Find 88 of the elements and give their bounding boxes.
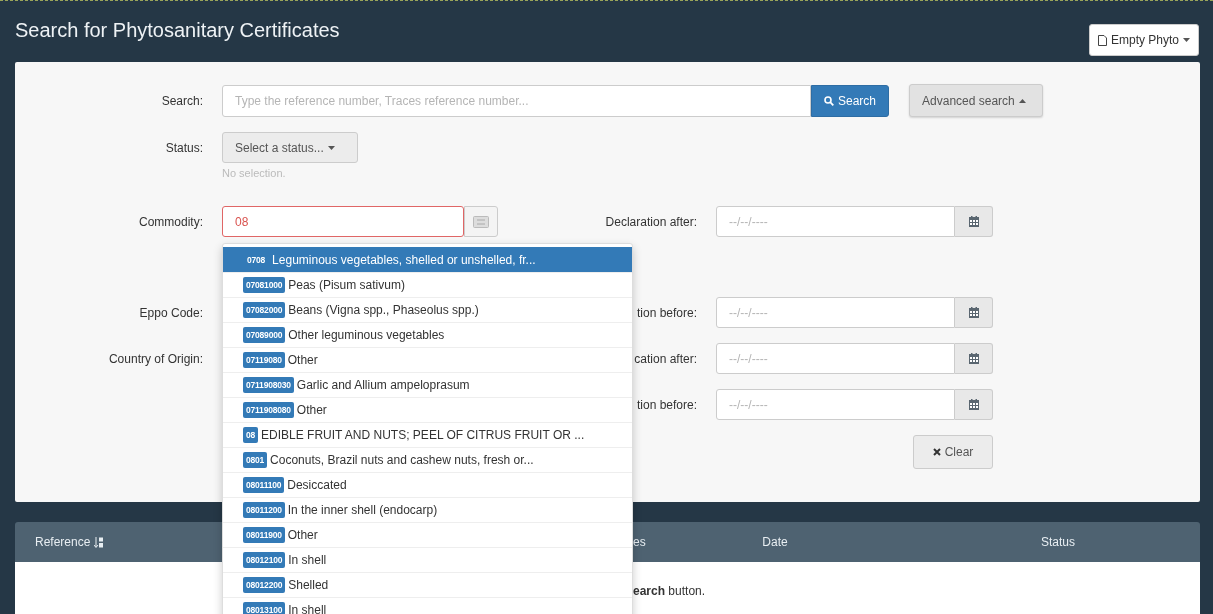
commodity-code: 07119080 bbox=[243, 352, 285, 368]
status-hint: No selection. bbox=[222, 167, 287, 179]
close-icon bbox=[932, 448, 941, 456]
calendar-icon bbox=[968, 307, 979, 318]
date-label: tion before: bbox=[635, 305, 697, 320]
sort-icon bbox=[94, 536, 104, 548]
suggestion-text: Coconuts, Brazil nuts and cashew nuts, fresh or... bbox=[270, 453, 534, 467]
suggestion-item[interactable]: 08 EDIBLE FRUIT AND NUTS; PEEL OF CITRUS FRUIT OR ... bbox=[223, 423, 632, 448]
caret-icon bbox=[1018, 98, 1026, 103]
field-label: Country of Origin: bbox=[107, 351, 203, 366]
commodity-code: 08011100 bbox=[243, 477, 285, 493]
suggestion-text: Desiccated bbox=[287, 478, 347, 492]
suggestion-text: In the inner shell (endocarp) bbox=[287, 503, 438, 517]
suggestion-item[interactable]: 0801 Coconuts, Brazil nuts and cashew nuts, fresh or... bbox=[223, 448, 632, 473]
page-title: Search for Phytosanitary Certificates bbox=[15, 19, 340, 42]
suggestion-item[interactable]: 08011100 Desiccated bbox=[223, 473, 632, 498]
commodity-code: 07089000 bbox=[243, 327, 286, 343]
suggestion-item[interactable]: 07119080 Other bbox=[223, 348, 632, 373]
advanced-search-button[interactable]: Advanced search bbox=[909, 84, 1044, 117]
column-header[interactable]: Reference bbox=[35, 535, 91, 549]
commodity-code: 08013100 bbox=[243, 602, 286, 614]
empty-phyto-button[interactable]: Empty Phyto bbox=[1088, 24, 1199, 56]
suggestion-text: Other bbox=[296, 403, 327, 417]
suggestion-item[interactable]: 07081000 Peas (Pisum sativum) bbox=[223, 273, 632, 298]
suggestion-text: In shell bbox=[288, 603, 327, 614]
date-label: cation after: bbox=[633, 351, 697, 366]
commodity-code: 08 bbox=[243, 427, 259, 443]
caret-icon bbox=[1183, 38, 1190, 42]
column-header[interactable]: Date bbox=[713, 535, 837, 549]
commodity-code: 0801 bbox=[243, 452, 268, 468]
commodity-code: 0711908030 bbox=[243, 377, 294, 393]
commodity-code: 0708 bbox=[246, 253, 267, 267]
list-icon bbox=[473, 215, 489, 228]
date-field[interactable]: --/--/---- bbox=[716, 343, 955, 374]
commodity-code: 08011200 bbox=[243, 502, 285, 518]
commodity-code: 07082000 bbox=[243, 302, 286, 318]
column-header[interactable]: Status bbox=[958, 535, 1158, 549]
commodity-code: 08012200 bbox=[243, 577, 286, 593]
search-label: Search: bbox=[160, 93, 203, 108]
suggestion-item[interactable]: 0711908080 Other bbox=[223, 398, 632, 423]
search-icon bbox=[824, 95, 834, 106]
field-label: Eppo Code: bbox=[138, 305, 203, 320]
suggestion-item[interactable]: 07089000 Other leguminous vegetables bbox=[223, 323, 632, 348]
suggestion-item[interactable]: 08012100 In shell bbox=[223, 548, 632, 573]
suggestion-item[interactable]: 08013100 In shell bbox=[223, 598, 632, 614]
suggestion-text: Leguminous vegetables, shelled or unshelled, fr... bbox=[272, 252, 536, 267]
calendar-button[interactable] bbox=[955, 297, 993, 328]
calendar-button[interactable] bbox=[955, 389, 993, 420]
calendar-icon bbox=[968, 399, 979, 410]
suggestion-text: Peas (Pisum sativum) bbox=[288, 278, 405, 292]
suggestion-item[interactable]: 0708 Leguminous vegetables, shelled or unshelled, fr... bbox=[223, 247, 632, 273]
suggestion-item[interactable]: 07082000 Beans (Vigna spp., Phaseolus spp.) bbox=[223, 298, 632, 323]
suggestion-text: Other bbox=[287, 528, 318, 542]
suggestion-text: Beans (Vigna spp., Phaseolus spp.) bbox=[288, 303, 479, 317]
commodity-code: 08012100 bbox=[243, 552, 286, 568]
suggestion-text: Other leguminous vegetables bbox=[288, 328, 445, 342]
date-field[interactable]: --/--/---- bbox=[716, 206, 955, 237]
suggestion-text: Garlic and Allium ampeloprasum bbox=[296, 378, 470, 392]
suggestion-item[interactable]: 08011900 Other bbox=[223, 523, 632, 548]
column-header[interactable]: es bbox=[633, 535, 713, 549]
status-dropdown[interactable]: Select a status... bbox=[222, 132, 358, 163]
search-button[interactable]: Search bbox=[811, 84, 890, 117]
search-field[interactable]: Type the reference number, Traces reference number... bbox=[222, 84, 811, 117]
suggestion-text: Shelled bbox=[288, 578, 329, 592]
suggestion-item[interactable]: 0711908030 Garlic and Allium ampeloprasum bbox=[223, 373, 632, 398]
calendar-icon bbox=[968, 216, 979, 227]
commodity-code: 08011900 bbox=[243, 527, 285, 543]
date-field[interactable]: --/--/---- bbox=[716, 389, 955, 420]
status-label: Status: bbox=[164, 140, 203, 155]
date-field[interactable]: --/--/---- bbox=[716, 297, 955, 328]
date-label: Declaration after: bbox=[604, 214, 697, 229]
calendar-button[interactable] bbox=[955, 343, 993, 374]
suggestion-text: EDIBLE FRUIT AND NUTS; PEEL OF CITRUS FRUIT OR ... bbox=[261, 428, 585, 442]
suggestion-text: Other bbox=[287, 353, 318, 367]
suggestion-item[interactable]: 08012200 Shelled bbox=[223, 573, 632, 598]
suggestion-text: In shell bbox=[288, 553, 327, 567]
commodity-code: 07081000 bbox=[243, 277, 286, 293]
calendar-icon bbox=[968, 353, 979, 364]
commodity-field[interactable]: 08 bbox=[222, 206, 464, 237]
date-label: tion before: bbox=[635, 397, 697, 412]
suggestion-item[interactable]: 08011200 In the inner shell (endocarp) bbox=[223, 498, 632, 523]
file-icon bbox=[1097, 34, 1107, 46]
calendar-button[interactable] bbox=[955, 206, 993, 237]
commodity-code: 0711908080 bbox=[243, 402, 294, 418]
caret-icon bbox=[327, 145, 335, 150]
field-label: Commodity: bbox=[138, 214, 203, 229]
clear-button[interactable]: Clear bbox=[913, 435, 993, 469]
empty-message: earch button. bbox=[633, 584, 706, 598]
